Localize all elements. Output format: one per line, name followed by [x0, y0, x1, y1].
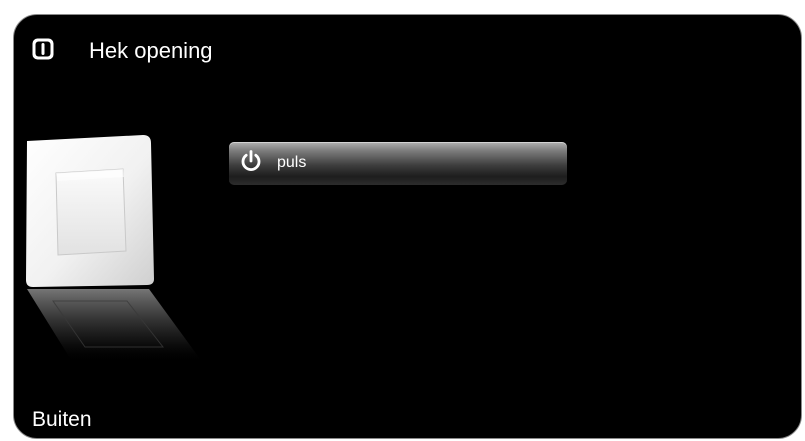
device-panel: Hek opening puls Buiten	[13, 14, 802, 439]
power-icon	[241, 150, 261, 171]
location-label: Buiten	[32, 408, 92, 431]
puls-button-label: puls	[277, 154, 307, 171]
puls-button[interactable]: puls	[229, 142, 567, 185]
page-title: Hek opening	[89, 38, 213, 63]
wall-switch-image	[26, 135, 203, 363]
screen: Hek opening puls Buiten	[0, 0, 805, 441]
switch-device-icon	[32, 38, 54, 60]
